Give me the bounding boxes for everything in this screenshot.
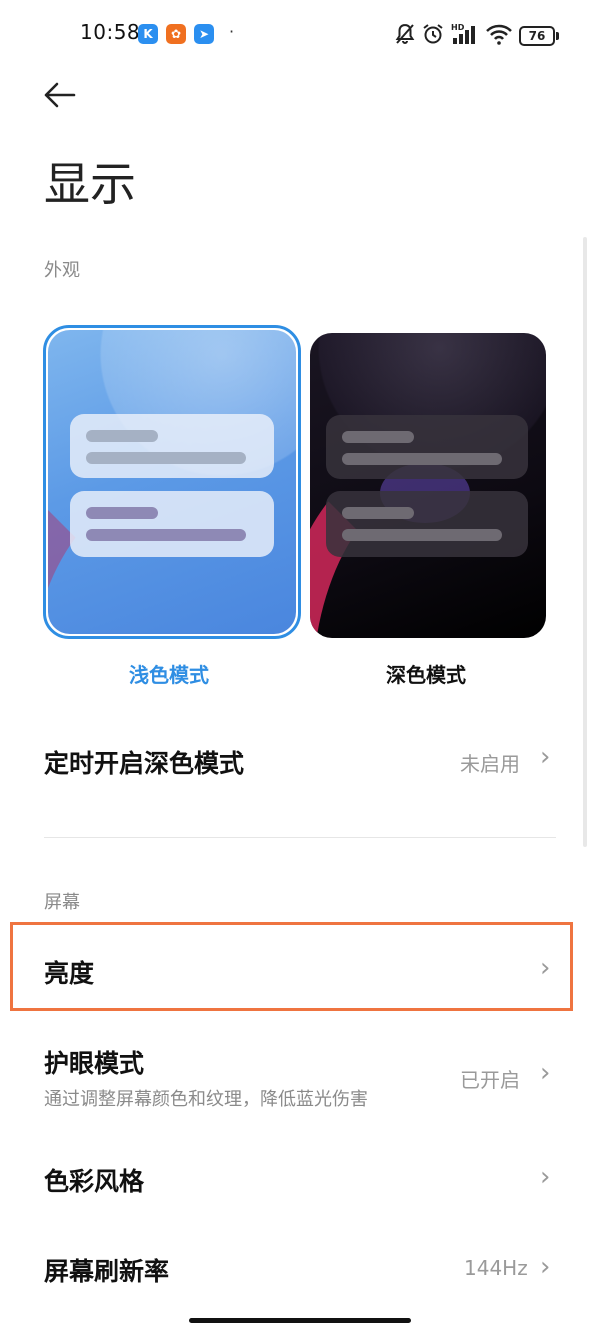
svg-text:HD: HD xyxy=(451,23,465,32)
scrollbar[interactable] xyxy=(583,237,587,847)
k-app-icon: K xyxy=(138,24,158,44)
mute-bell-icon xyxy=(395,23,415,44)
battery-icon: 76 xyxy=(519,26,559,46)
status-dot: · xyxy=(229,22,235,41)
eye-care-title: 护眼模式 xyxy=(44,1049,145,1078)
signal-hd-icon: HD xyxy=(451,23,475,44)
refresh-rate-value: 144Hz xyxy=(464,1256,528,1280)
selected-frame xyxy=(43,325,301,639)
dark-mode-preview[interactable] xyxy=(310,333,546,638)
status-time: 10:58 xyxy=(80,20,141,44)
wifi-icon xyxy=(486,24,512,45)
chevron-right-icon: › xyxy=(540,1058,551,1088)
section-header-screen: 屏幕 xyxy=(44,892,80,913)
refresh-rate-row[interactable]: 屏幕刷新率 144Hz › xyxy=(0,1228,580,1308)
page-title: 显示 xyxy=(44,157,136,211)
eye-care-subtitle: 通过调整屏幕颜色和纹理，降低蓝光伤害 xyxy=(44,1089,368,1110)
dark-schedule-row[interactable]: 定时开启深色模式 未启用 › xyxy=(0,720,580,800)
highlight-box xyxy=(10,922,573,1011)
color-style-title: 色彩风格 xyxy=(44,1167,145,1196)
refresh-rate-title: 屏幕刷新率 xyxy=(44,1257,170,1286)
mock-card-dark-1 xyxy=(326,415,528,479)
dark-schedule-title: 定时开启深色模式 xyxy=(44,749,245,778)
send-app-icon: ➤ xyxy=(194,24,214,44)
divider xyxy=(44,837,556,838)
dark-mode-label[interactable]: 深色模式 xyxy=(386,659,466,688)
light-mode-label[interactable]: 浅色模式 xyxy=(129,659,209,688)
eye-care-value: 已开启 xyxy=(460,1068,520,1092)
dark-schedule-value: 未启用 xyxy=(460,752,520,776)
home-indicator[interactable] xyxy=(189,1318,411,1323)
mock-card-dark-2 xyxy=(326,491,528,557)
back-arrow-icon[interactable] xyxy=(42,80,78,110)
chevron-right-icon: › xyxy=(540,742,551,772)
color-style-row[interactable]: 色彩风格 › xyxy=(0,1138,580,1218)
chevron-right-icon: › xyxy=(540,1162,551,1192)
section-header-appearance: 外观 xyxy=(44,260,80,281)
alarm-icon xyxy=(423,24,443,44)
chevron-right-icon: › xyxy=(540,1252,551,1282)
eye-care-row[interactable]: 护眼模式 通过调整屏幕颜色和纹理，降低蓝光伤害 已开启 › xyxy=(0,1030,580,1122)
orange-app-icon: ✿ xyxy=(166,24,186,44)
